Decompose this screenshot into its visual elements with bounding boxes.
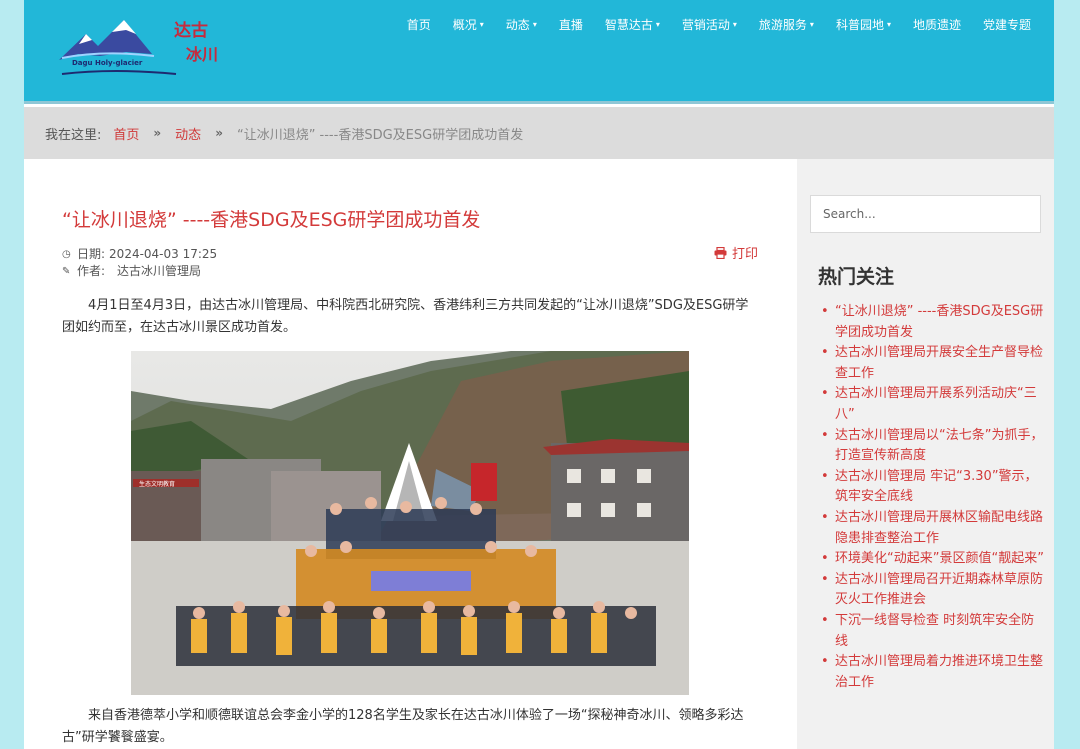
- nav-item[interactable]: 概况 ▾: [442, 16, 495, 34]
- author-label: 作者:: [77, 264, 106, 278]
- breadcrumb-current: “让冰川退烧” ----香港SDG及ESG研学团成功首发: [236, 127, 524, 143]
- article-main: “让冰川退烧” ----香港SDG及ESG研学团成功首发 ◷ 日期: 2024-…: [24, 159, 797, 749]
- print-button[interactable]: 打印: [714, 243, 758, 262]
- nav-item[interactable]: 动态 ▾: [495, 16, 548, 34]
- breadcrumb-home-link[interactable]: 首页: [113, 124, 139, 143]
- chevron-down-icon: ▾: [479, 20, 484, 29]
- breadcrumb: 我在这里: 首页 » 动态 » “让冰川退烧” ----香港SDG及ESG研学团…: [24, 107, 1054, 159]
- chevron-down-icon: ▾: [886, 20, 891, 29]
- nav-item-label: 动态: [505, 18, 530, 32]
- hot-topic-link[interactable]: 达古冰川管理局开展安全生产督导检查工作: [821, 343, 1046, 384]
- search-input[interactable]: [810, 195, 1041, 233]
- nav-item-label: 直播: [558, 18, 583, 32]
- nav-item-label: 科普园地: [835, 18, 884, 32]
- site-logo[interactable]: Dagu Holy-glacier 达古 冰川: [54, 12, 224, 90]
- hot-topics-list: “让冰川退烧” ----香港SDG及ESG研学团成功首发达古冰川管理局开展安全生…: [821, 302, 1046, 693]
- article-author: 达古冰川管理局: [117, 264, 202, 278]
- site-header: Dagu Holy-glacier 达古 冰川 首页 概况 ▾ 动态 ▾ 直播 智慧达古 ▾ 营…: [24, 0, 1054, 104]
- nav-item[interactable]: 首页: [396, 16, 442, 34]
- hot-topic-link[interactable]: 环境美化“动起来”景区颜值“靓起来”: [821, 549, 1046, 570]
- logo-en-text: Dagu Holy-glacier: [72, 59, 143, 67]
- clock-icon: ◷: [62, 249, 71, 260]
- chevron-down-icon: ▾: [655, 20, 660, 29]
- hot-topic-link[interactable]: 达古冰川管理局开展林区输配电线路隐患排查整治工作: [821, 508, 1046, 549]
- chevron-down-icon: ▾: [809, 20, 814, 29]
- hot-topics-title: 热门关注: [818, 266, 895, 288]
- hot-topic-link[interactable]: 达古冰川管理局以“法七条”为抓手，打造宣传新高度: [821, 426, 1046, 467]
- date-label: 日期:: [77, 247, 106, 261]
- pencil-icon: ✎: [62, 266, 71, 277]
- logo-cn-text: 达古: [174, 20, 208, 41]
- nav-item-label: 党建专题: [982, 18, 1031, 32]
- breadcrumb-news-link[interactable]: 动态: [175, 124, 201, 143]
- hot-topic-link[interactable]: “让冰川退烧” ----香港SDG及ESG研学团成功首发: [821, 302, 1046, 343]
- chevron-down-icon: ▾: [732, 20, 737, 29]
- sidebar: 热门关注 “让冰川退烧” ----香港SDG及ESG研学团成功首发达古冰川管理局…: [797, 159, 1054, 749]
- nav-item[interactable]: 智慧达古 ▾: [594, 16, 671, 34]
- mountain-logo-icon: Dagu Holy-glacier 达古 冰川: [59, 20, 218, 75]
- hot-topic-link[interactable]: 达古冰川管理局 牢记“3.30”警示，筑牢安全底线: [821, 467, 1046, 508]
- article-date: 2024-04-03 17:25: [109, 247, 218, 261]
- nav-item[interactable]: 党建专题: [972, 16, 1042, 34]
- article-photo: 生态文明教育: [131, 351, 689, 695]
- chevron-down-icon: ▾: [532, 20, 537, 29]
- nav-item-label: 概况: [452, 18, 477, 32]
- page-frame: Dagu Holy-glacier 达古 冰川 首页 概况 ▾ 动态 ▾ 直播 智慧达古 ▾ 营…: [24, 0, 1054, 749]
- breadcrumb-separator: »: [215, 126, 223, 140]
- nav-item-label: 旅游服务: [758, 18, 807, 32]
- nav-item-label: 首页: [406, 18, 431, 32]
- hot-topic-link[interactable]: 达古冰川管理局召开近期森林草原防灭火工作推进会: [821, 570, 1046, 611]
- hot-topic-link[interactable]: 达古冰川管理局开展系列活动庆“三八”: [821, 384, 1046, 425]
- nav-item-label: 智慧达古: [604, 18, 653, 32]
- nav-item[interactable]: 直播: [548, 16, 594, 34]
- hot-topic-link[interactable]: 达古冰川管理局着力推进环境卫生整治工作: [821, 652, 1046, 693]
- article-paragraph-2: 来自香港德萃小学和顺德联谊总会李金小学的128名学生及家长在达古冰川体验了一场“…: [62, 708, 744, 745]
- breadcrumb-prefix: 我在这里:: [45, 127, 102, 143]
- breadcrumb-separator: »: [153, 126, 162, 140]
- nav-item[interactable]: 地质遗迹: [902, 16, 972, 34]
- article-meta: ◷ 日期: 2024-04-03 17:25 ✎ 作者: 达古冰川管理局: [62, 246, 217, 280]
- printer-icon: [714, 246, 727, 259]
- photo-sign-text: 生态文明教育: [139, 480, 175, 488]
- svg-text:冰川: 冰川: [186, 45, 218, 64]
- article-paragraph-1: 4月1日至4月3日，由达古冰川管理局、中科院西北研究院、香港纬利三方共同发起的“…: [62, 298, 749, 335]
- nav-item-label: 营销活动: [681, 18, 730, 32]
- print-label: 打印: [732, 247, 759, 262]
- nav-item[interactable]: 旅游服务 ▾: [748, 16, 825, 34]
- main-nav: 首页 概况 ▾ 动态 ▾ 直播 智慧达古 ▾ 营销活动 ▾ 旅游服务 ▾ 科普园地 ▾ 地质遗迹 党建专题: [396, 16, 1042, 34]
- hot-topic-link[interactable]: 下沉一线督导检查 时刻筑牢安全防线: [821, 611, 1046, 652]
- nav-item-label: 地质遗迹: [912, 18, 961, 32]
- nav-item[interactable]: 营销活动 ▾: [671, 16, 748, 34]
- article-title: “让冰川退烧” ----香港SDG及ESG研学团成功首发: [62, 209, 481, 231]
- nav-item[interactable]: 科普园地 ▾: [825, 16, 902, 34]
